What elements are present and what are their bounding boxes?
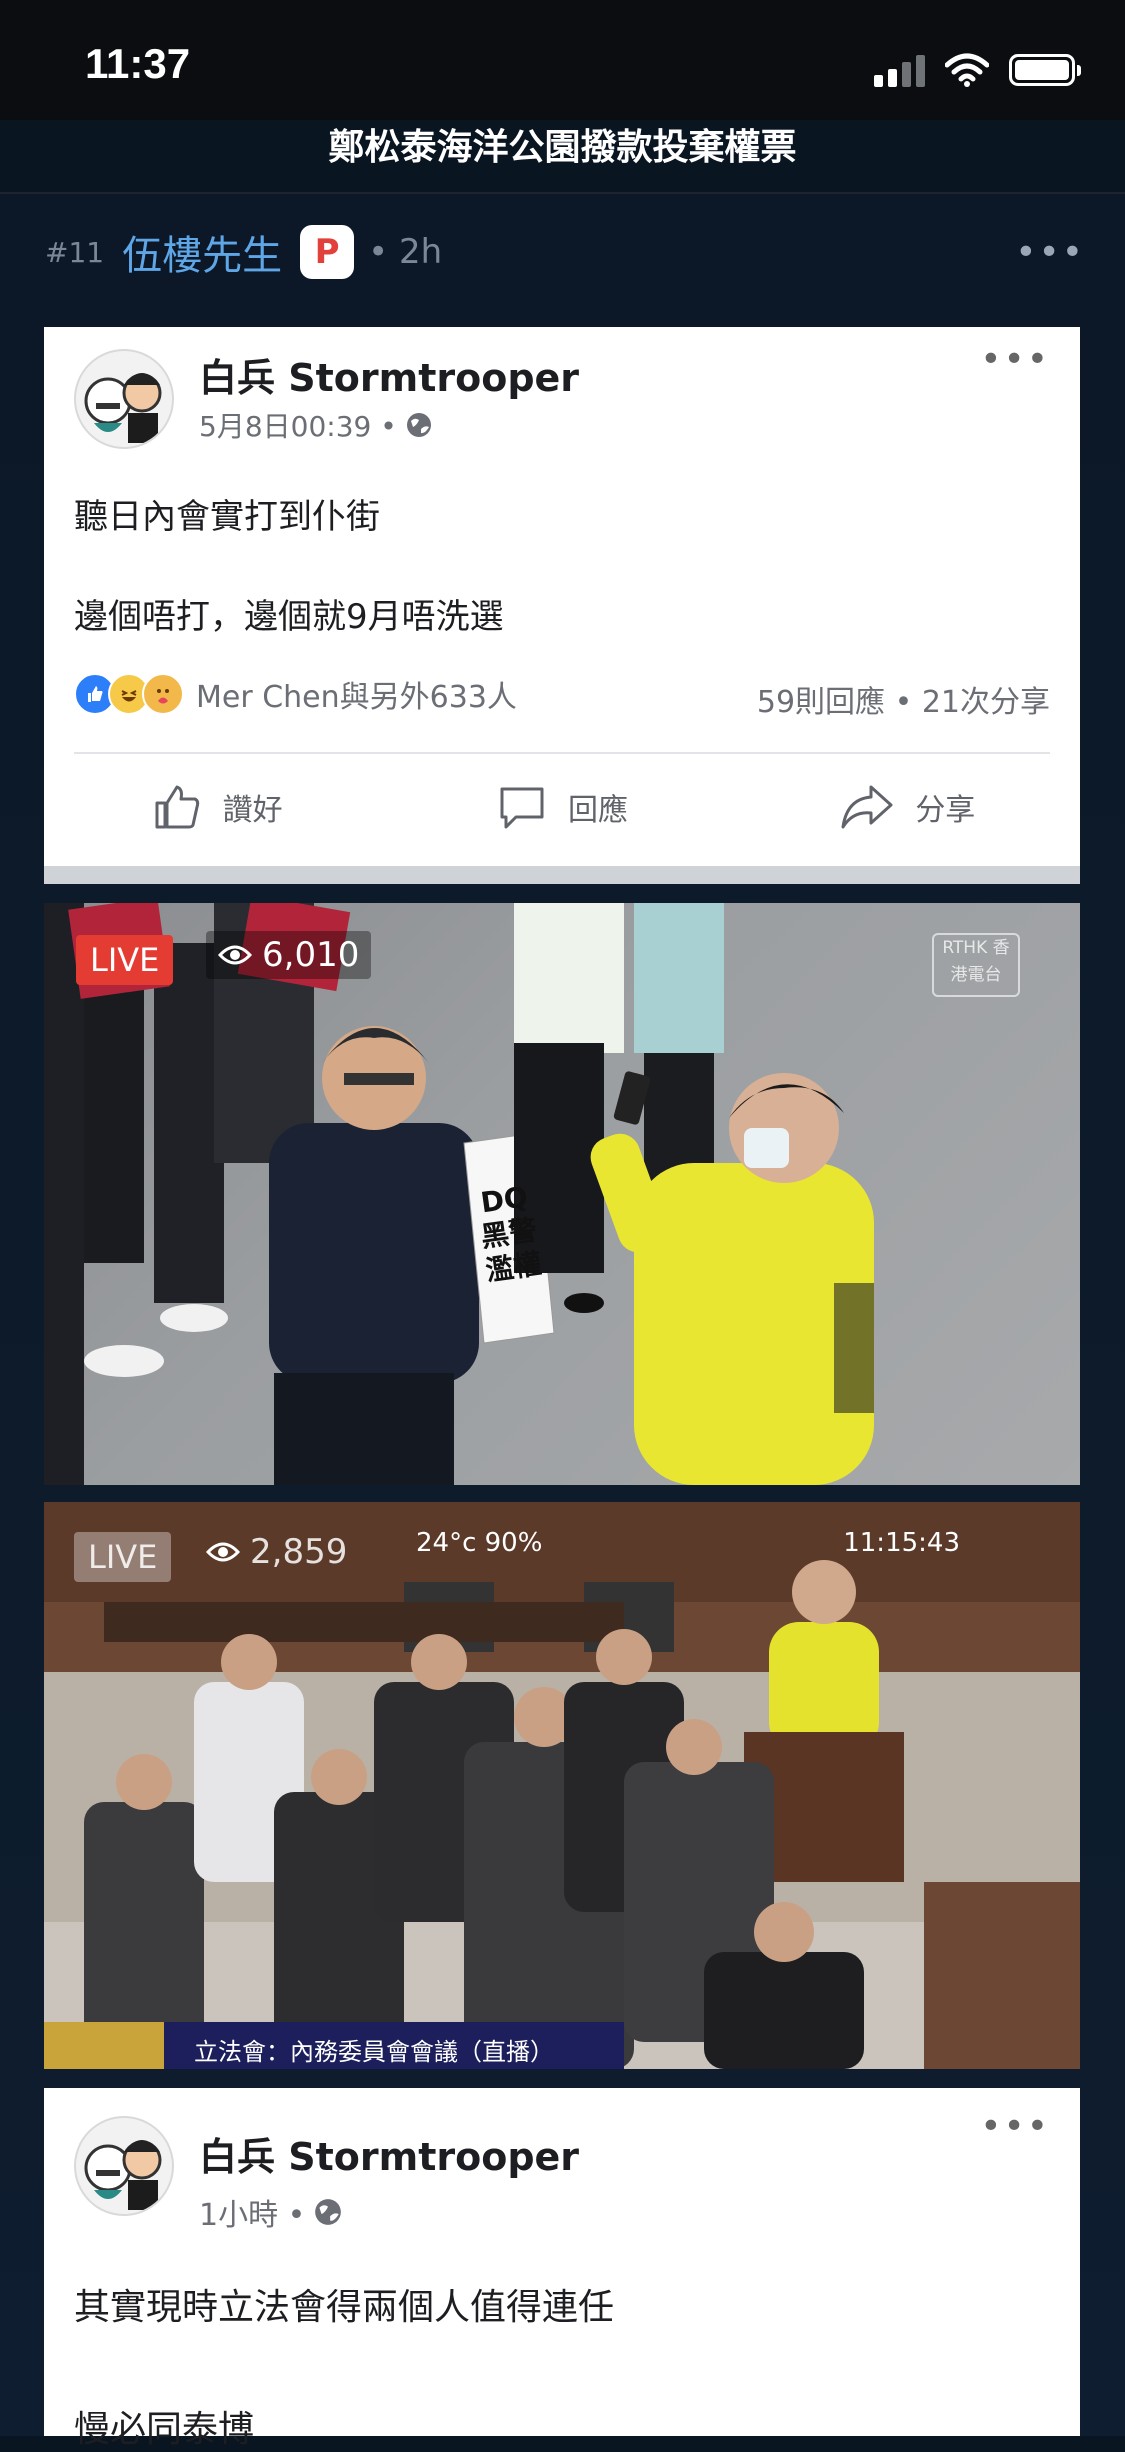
- fb-divider: [74, 752, 1050, 754]
- status-time: 11:37: [85, 40, 191, 87]
- fb-share-action: 分享: [735, 767, 1080, 847]
- thread-title: 鄭松泰海洋公園撥款投棄權票: [328, 127, 797, 168]
- wifi-icon: [945, 53, 989, 87]
- fb-text-line-2: 邊個唔打，邊個就9月唔洗選: [74, 597, 504, 637]
- globe-icon: [315, 2199, 342, 2225]
- viewer-count-2: 2,859: [206, 1532, 347, 1572]
- post-number: #11: [45, 235, 105, 269]
- stormtrooper-avatar: [74, 2116, 174, 2216]
- thumbs-up-icon: [155, 785, 199, 829]
- comment-share-counts: 59則回應 • 21次分享: [756, 685, 1050, 720]
- viewer-count-value-2: 2,859: [250, 1532, 348, 1572]
- fb-author-name-2: 白兵 Stormtrooper: [199, 2135, 580, 2179]
- share-arrow-icon: [841, 785, 893, 829]
- eye-icon: [218, 945, 252, 965]
- broadcast-caption: 立法會：內務委員會會議（直播）: [194, 2038, 554, 2066]
- fb-timestamp: 5月8日00:39 •: [199, 410, 397, 443]
- status-icons: [874, 50, 1081, 90]
- live-badge-2: LIVE: [74, 1532, 172, 1582]
- stormtrooper-avatar: [74, 349, 174, 449]
- cellular-signal-icon: [874, 53, 925, 87]
- protest-sign-text: DQ 黑警 濫權: [478, 1180, 544, 1288]
- fb-share-label: 分享: [915, 793, 976, 828]
- globe-icon: [406, 413, 431, 437]
- facebook-post-screenshot-2: 白兵 Stormtrooper 1小時 • ••• 其實現時立法會得兩個人值得連…: [44, 2088, 1080, 2450]
- live-stream-photo-1[interactable]: LIVE 6,010 RTHK 香港電台 DQ 黑警 濫權: [44, 903, 1080, 1485]
- facebook-post-screenshot: 白兵 Stormtrooper 5月8日00:39 • ••• 聽日內會實打到仆…: [44, 327, 1080, 884]
- poster-badge: P: [300, 225, 355, 279]
- eye-icon: [206, 1542, 240, 1562]
- fb2-text-line-2: 慢必同泰博: [74, 2409, 255, 2450]
- battery-icon: [1009, 54, 1081, 86]
- weather-overlay: 24°c 90%: [416, 1528, 543, 1558]
- fb-like-label: 讚好: [222, 793, 283, 828]
- fb-more-icon: •••: [980, 339, 1050, 380]
- live-stream-photo-2[interactable]: LIVE 2,859 24°c 90% 11:15:43 立法會：內務委員會會議…: [44, 1502, 1080, 2069]
- post-more-button[interactable]: •••: [1015, 232, 1085, 273]
- home-indicator[interactable]: [362, 2390, 762, 2402]
- confrontation-illustration: [44, 903, 874, 1485]
- fb-like-action: 讚好: [44, 767, 389, 847]
- viewer-count-value: 6,010: [262, 935, 360, 975]
- reaction-names: Mer Chen與另外633人: [196, 680, 517, 715]
- fb-timestamp-2: 1小時 •: [199, 2198, 306, 2233]
- care-reaction-icon: [142, 673, 184, 715]
- viewer-count: 6,010: [206, 931, 372, 979]
- nav-divider: [0, 192, 1125, 194]
- fb-comment-label: 回應: [567, 793, 628, 828]
- fb-action-bar: 讚好 回應 分享: [44, 767, 1080, 847]
- card-bottom-strip: [44, 866, 1080, 884]
- fb-comment-action: 回應: [389, 767, 734, 847]
- comment-bubble-icon: [500, 787, 544, 829]
- post-author-link[interactable]: 伍樓先生: [122, 223, 282, 281]
- broadcast-clock: 11:15:43: [843, 1528, 960, 1558]
- fb2-text-line-1: 其實現時立法會得兩個人值得連任: [74, 2287, 615, 2328]
- fb-more-icon-2: •••: [980, 2106, 1050, 2147]
- post-header: #11 伍樓先生 P • 2h •••: [45, 222, 1085, 282]
- status-bar: 11:37: [0, 0, 1125, 120]
- fb-author-name: 白兵 Stormtrooper: [199, 356, 580, 400]
- reactions-row: Mer Chen與另外633人: [74, 672, 517, 716]
- legco-chamber-illustration: [44, 1502, 1080, 2069]
- live-badge: LIVE: [76, 935, 174, 985]
- post-age: • 2h: [368, 232, 443, 272]
- rthk-watermark: RTHK 香港電台: [932, 933, 1020, 997]
- fb-text-line-1: 聽日內會實打到仆街: [74, 497, 380, 537]
